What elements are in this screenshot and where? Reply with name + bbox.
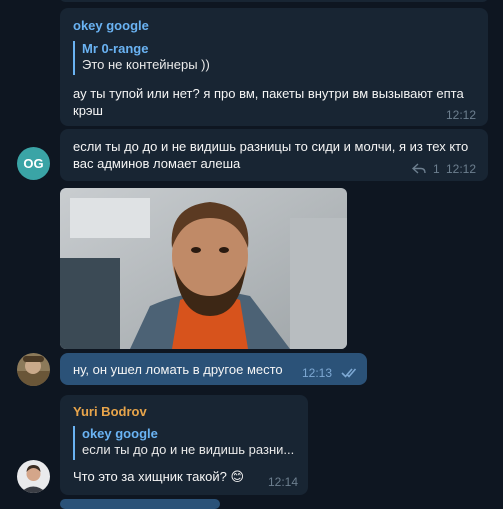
photo-image: [60, 188, 347, 349]
avatar-image: [17, 353, 50, 386]
message-time: 12:14: [268, 475, 299, 489]
message-time: 12:13: [302, 366, 333, 380]
next-message-fragment: [60, 499, 220, 509]
message-bubble-4[interactable]: Yuri Bodrov okey google если ты до до и …: [60, 395, 308, 495]
message-bubble-2[interactable]: если ты до до и не видишь разницы то сид…: [60, 129, 488, 181]
read-double-check-icon: [341, 368, 357, 378]
message-time: 12:12: [446, 162, 477, 176]
message-text: ну, он ушел ломать в другое место: [73, 362, 283, 377]
sender-name[interactable]: okey google: [73, 18, 149, 33]
previous-message-fragment: [60, 0, 488, 2]
reply-arrow-icon: [412, 163, 426, 174]
avatar-okey-google[interactable]: OG: [17, 147, 50, 180]
reply-text: Это не контейнеры )): [82, 57, 210, 72]
reply-quote[interactable]: okey google если ты до до и не видишь ра…: [73, 426, 307, 460]
message-bubble-1[interactable]: okey google Mr 0-range Это не контейнеры…: [60, 8, 488, 126]
replies-counter[interactable]: 1: [412, 162, 440, 176]
photo-message[interactable]: [60, 188, 347, 349]
message-time: 12:12: [446, 108, 477, 122]
avatar-user-photo[interactable]: [17, 353, 50, 386]
message-text: ау ты тупой или нет? я про вм, пакеты вн…: [73, 86, 464, 118]
reply-count: 1: [433, 162, 440, 176]
message-text: Что это за хищник такой? 😊: [73, 469, 245, 484]
sender-name[interactable]: Yuri Bodrov: [73, 404, 147, 419]
reply-quote[interactable]: Mr 0-range Это не контейнеры )): [73, 41, 482, 75]
reply-sender-name: okey google: [82, 426, 158, 441]
message-bubble-3[interactable]: ну, он ушел ломать в другое место 12:13: [60, 353, 367, 385]
avatar-yuri-bodrov[interactable]: [17, 460, 50, 493]
reply-text: если ты до до и не видишь разни...: [82, 442, 295, 457]
avatar-initials: OG: [23, 156, 44, 171]
reply-sender-name: Mr 0-range: [82, 41, 149, 56]
avatar-image: [17, 460, 50, 493]
